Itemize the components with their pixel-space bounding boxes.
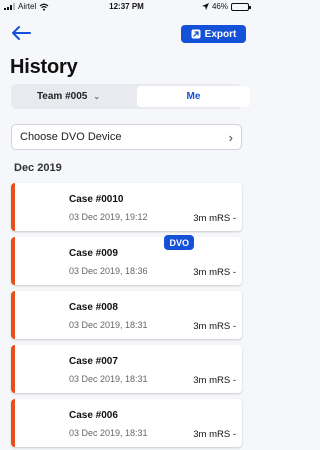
me-tab[interactable]: Me — [137, 86, 250, 107]
case-date: 03 Dec 2019, 18:31 — [69, 374, 148, 384]
status-right: 46% — [201, 2, 251, 11]
case-title: Case #009 — [69, 248, 118, 259]
dvo-device-select[interactable]: Choose DVO Device › — [11, 124, 242, 150]
case-card[interactable]: Case #008 03 Dec 2019, 18:31 3m mRS - — [11, 291, 242, 339]
case-title: Case #0010 — [69, 194, 124, 205]
status-bar: Airtel 12:37 PM 46% — [0, 0, 253, 14]
case-title: Case #006 — [69, 410, 118, 421]
back-button[interactable] — [10, 24, 32, 42]
case-card[interactable]: Case #0010 03 Dec 2019, 19:12 3m mRS - — [11, 183, 242, 231]
chevron-right-icon: › — [228, 130, 233, 145]
dvo-device-placeholder: Choose DVO Device — [20, 131, 122, 143]
case-title: Case #008 — [69, 302, 118, 313]
export-icon — [191, 29, 201, 39]
team-label: Team #005 — [36, 91, 88, 102]
battery-percent: 46% — [211, 2, 228, 11]
case-mrs-score: 3m mRS - — [193, 429, 236, 440]
case-date: 03 Dec 2019, 18:31 — [69, 320, 148, 330]
case-date: 03 Dec 2019, 19:12 — [69, 212, 148, 222]
export-label: Export — [204, 28, 237, 40]
case-mrs-score: 3m mRS - — [193, 267, 236, 278]
scope-segmented-control: Team #005 ⌄ Me — [11, 84, 250, 109]
case-mrs-score: 3m mRS - — [193, 375, 236, 386]
case-date: 03 Dec 2019, 18:36 — [69, 266, 148, 276]
case-mrs-score: 3m mRS - — [193, 321, 236, 332]
case-card[interactable]: Case #007 03 Dec 2019, 18:31 3m mRS - — [11, 345, 242, 393]
export-button[interactable]: Export — [181, 25, 246, 43]
case-mrs-score: 3m mRS - — [193, 213, 236, 224]
month-section-header: Dec 2019 — [14, 162, 62, 174]
arrow-left-icon — [12, 26, 31, 40]
me-label: Me — [186, 91, 201, 102]
battery-icon — [231, 2, 251, 11]
case-date: 03 Dec 2019, 18:31 — [69, 428, 148, 438]
chevron-down-icon: ⌄ — [93, 92, 101, 101]
page-title: History — [10, 56, 78, 78]
case-card[interactable]: Case #009 03 Dec 2019, 18:36 3m mRS - DVO — [11, 235, 242, 285]
case-card[interactable]: Case #006 03 Dec 2019, 18:31 3m mRS - — [11, 399, 242, 447]
dvo-badge: DVO — [164, 235, 194, 250]
location-arrow-icon — [201, 3, 209, 10]
team-dropdown[interactable]: Team #005 ⌄ — [11, 84, 126, 109]
case-title: Case #007 — [69, 356, 118, 367]
